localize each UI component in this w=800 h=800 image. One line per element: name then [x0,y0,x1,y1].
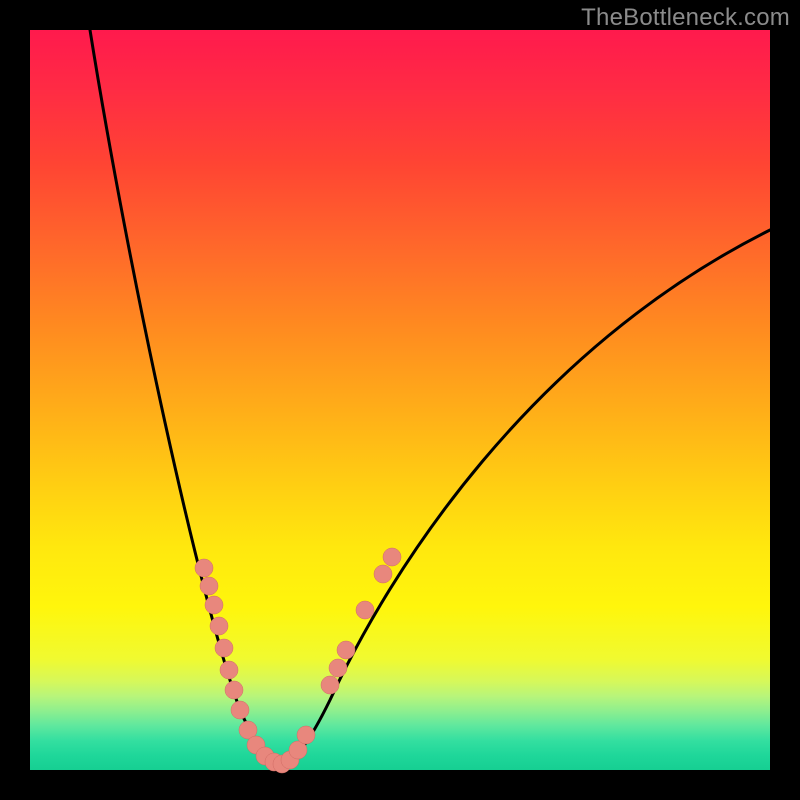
data-marker [210,617,228,635]
data-marker [231,701,249,719]
data-marker [356,601,374,619]
data-marker [195,559,213,577]
data-marker [200,577,218,595]
data-marker [205,596,223,614]
data-marker [225,681,243,699]
data-marker [297,726,315,744]
data-marker [321,676,339,694]
marker-group [195,548,401,773]
data-marker [220,661,238,679]
data-marker [215,639,233,657]
data-marker [374,565,392,583]
plot-area [30,30,770,770]
data-marker [329,659,347,677]
data-marker [383,548,401,566]
bottleneck-curve [90,30,770,765]
watermark-text: TheBottleneck.com [581,4,790,32]
chart-frame: TheBottleneck.com [0,0,800,800]
data-marker [337,641,355,659]
curve-svg [30,30,770,770]
